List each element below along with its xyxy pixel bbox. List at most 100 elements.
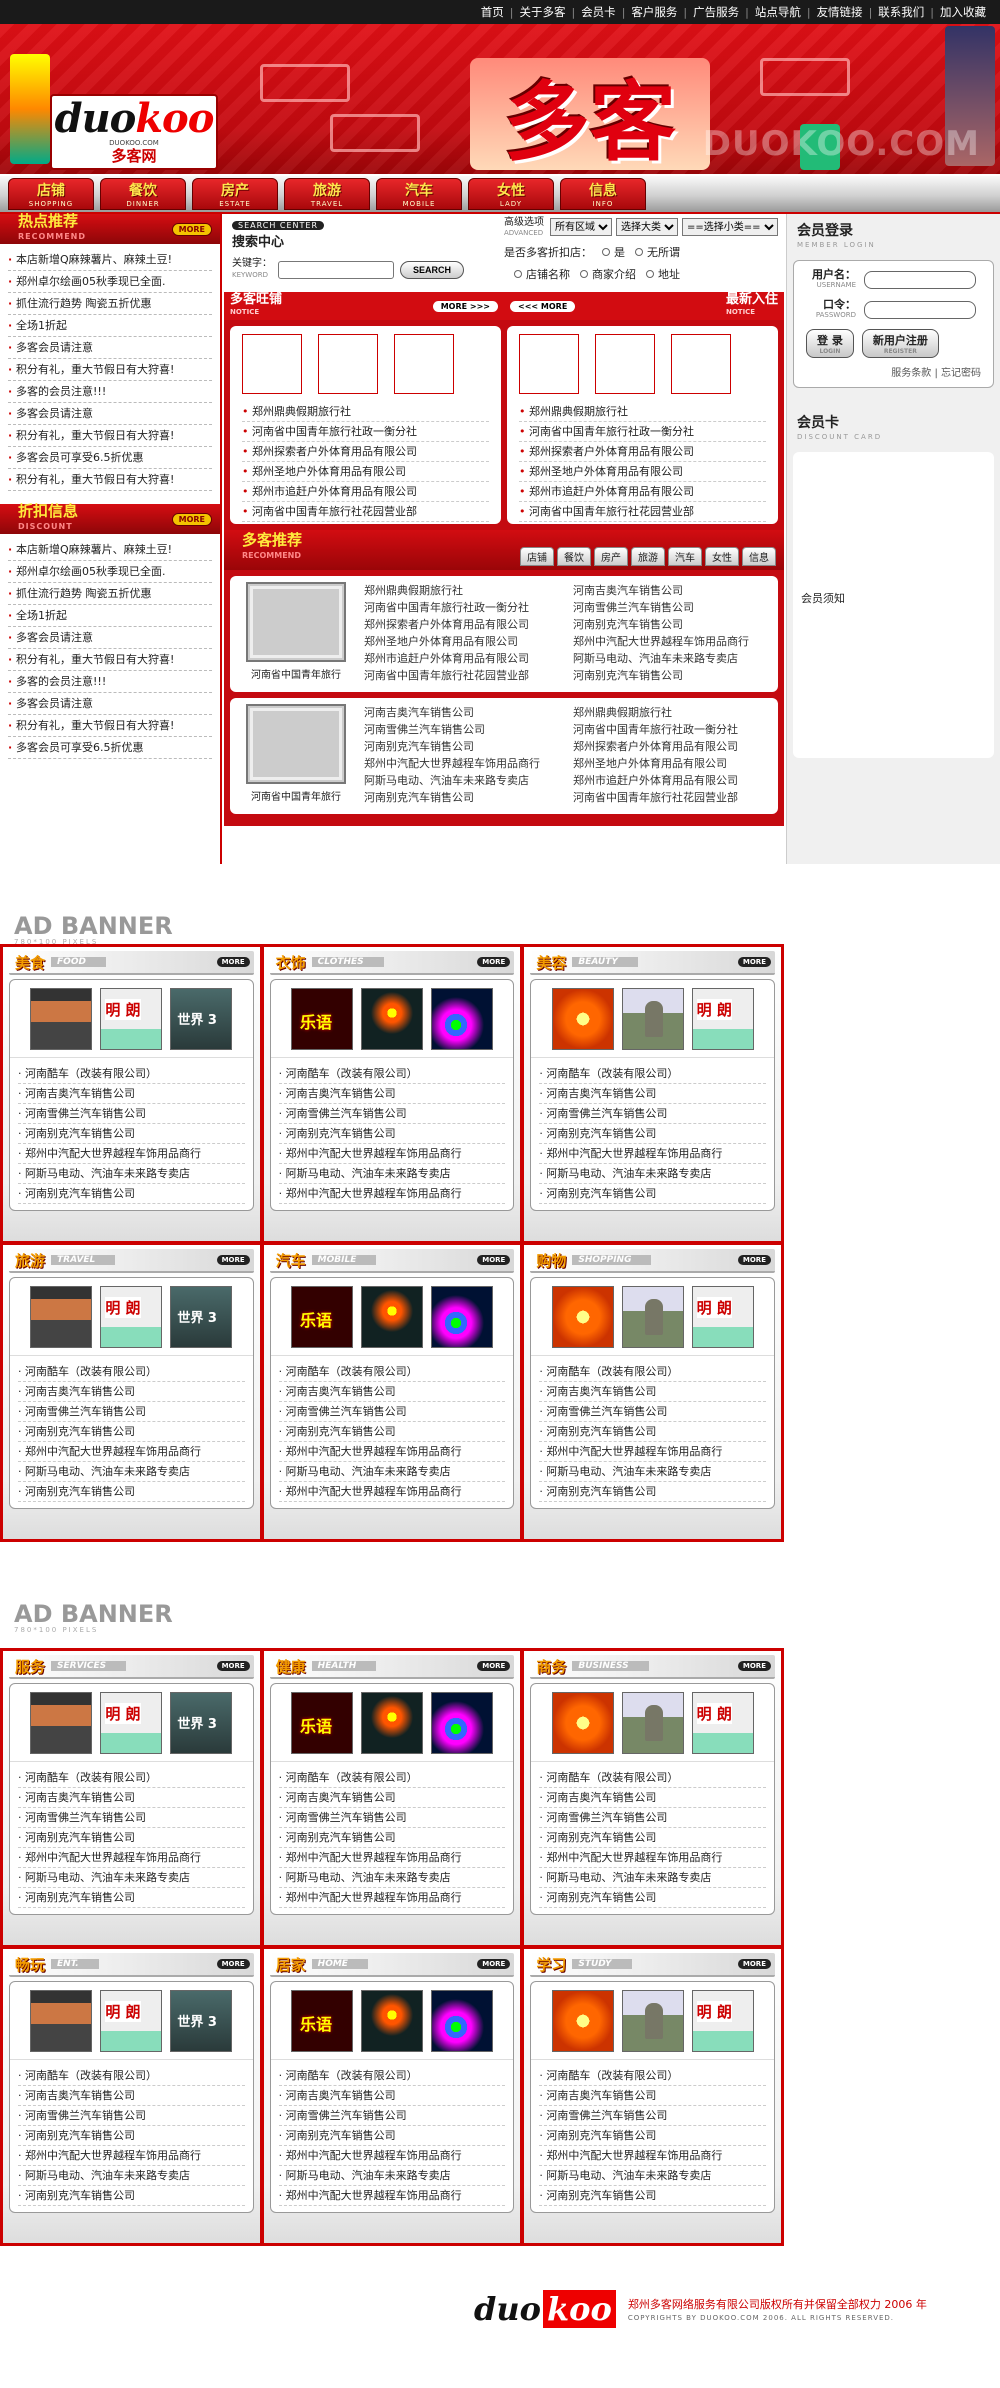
list-item[interactable]: 河南酷车（改装有限公司） bbox=[539, 1064, 766, 1084]
shop-photo[interactable] bbox=[621, 1285, 684, 1348]
category-select[interactable]: 选择大类 bbox=[616, 218, 678, 236]
shop-photo[interactable] bbox=[290, 987, 353, 1050]
list-item[interactable]: 郑州中汽配大世界越程车饰用品商行 bbox=[364, 755, 563, 772]
list-item[interactable]: 阿斯马电动、汽油车未来路专卖店 bbox=[18, 1164, 245, 1184]
list-item[interactable]: 阿斯马电动、汽油车未来路专卖店 bbox=[278, 1868, 506, 1888]
list-item[interactable]: 河南酷车（改装有限公司） bbox=[539, 1362, 766, 1382]
list-item[interactable]: 河南省中国青年旅行社政一衡分社 bbox=[242, 422, 489, 442]
list-item[interactable]: 郑州探索者户外体育用品有限公司 bbox=[573, 738, 772, 755]
list-item[interactable]: 河南别克汽车销售公司 bbox=[364, 789, 563, 806]
list-item[interactable]: 河南别克汽车销售公司 bbox=[539, 1828, 766, 1848]
list-item[interactable]: 郑州鼎典假期旅行社 bbox=[364, 582, 563, 599]
shop-photo[interactable] bbox=[170, 987, 233, 1050]
category-more-button[interactable]: MORE bbox=[477, 1255, 511, 1265]
shop-photo[interactable] bbox=[170, 1989, 233, 2052]
username-input[interactable] bbox=[864, 271, 976, 289]
radio-intro[interactable] bbox=[580, 270, 588, 278]
list-item[interactable]: 河南省中国青年旅行社花园营业部 bbox=[519, 502, 766, 522]
list-item[interactable]: 河南别克汽车销售公司 bbox=[539, 1124, 766, 1144]
list-item[interactable]: 郑州圣地户外体育用品有限公司 bbox=[519, 462, 766, 482]
list-item[interactable]: 河南雪佛兰汽车销售公司 bbox=[573, 599, 772, 616]
list-item[interactable]: 阿斯马电动、汽油车未来路专卖店 bbox=[18, 2166, 245, 2186]
radio-shop-name[interactable] bbox=[514, 270, 522, 278]
list-item[interactable]: 河南别克汽车销售公司 bbox=[539, 1888, 766, 1908]
list-item[interactable]: 抓住流行趋势 陶瓷五折优惠 bbox=[8, 293, 212, 315]
list-item[interactable]: 郑州鼎典假期旅行社 bbox=[573, 704, 772, 721]
list-item[interactable]: 河南酷车（改装有限公司） bbox=[278, 1362, 506, 1382]
list-item[interactable]: 郑州中汽配大世界越程车饰用品商行 bbox=[278, 1442, 506, 1462]
forgot-link[interactable]: 忘记密码 bbox=[941, 368, 981, 379]
shop-photo[interactable] bbox=[290, 1285, 353, 1348]
list-item[interactable]: 郑州中汽配大世界越程车饰用品商行 bbox=[278, 1482, 506, 1502]
recommend-tab[interactable]: 餐饮 bbox=[557, 547, 591, 566]
list-item[interactable]: 河南雪佛兰汽车销售公司 bbox=[539, 1104, 766, 1124]
shop-photo[interactable] bbox=[100, 1691, 163, 1754]
shop-photo[interactable] bbox=[170, 1285, 233, 1348]
area-select[interactable]: 所有区域 bbox=[550, 218, 612, 236]
list-item[interactable]: 阿斯马电动、汽油车未来路专卖店 bbox=[573, 650, 772, 667]
list-item[interactable]: 河南雪佛兰汽车销售公司 bbox=[539, 1808, 766, 1828]
shop-photo[interactable] bbox=[430, 987, 493, 1050]
top-link[interactable]: 关于多客 bbox=[513, 4, 571, 20]
list-item[interactable]: 郑州中汽配大世界越程车饰用品商行 bbox=[18, 1144, 245, 1164]
list-item[interactable]: 阿斯马电动、汽油车未来路专卖店 bbox=[18, 1462, 245, 1482]
list-item[interactable]: 郑州圣地户外体育用品有限公司 bbox=[242, 462, 489, 482]
list-item[interactable]: 河南别克汽车销售公司 bbox=[278, 1124, 506, 1144]
list-item[interactable]: 郑州中汽配大世界越程车饰用品商行 bbox=[573, 633, 772, 650]
shop-photo[interactable] bbox=[360, 1285, 423, 1348]
shop-image[interactable] bbox=[519, 334, 579, 394]
list-item[interactable]: 郑州圣地户外体育用品有限公司 bbox=[364, 633, 563, 650]
list-item[interactable]: 河南酷车（改装有限公司） bbox=[278, 1768, 506, 1788]
list-item[interactable]: 郑州中汽配大世界越程车饰用品商行 bbox=[18, 1442, 245, 1462]
list-item[interactable]: 郑州中汽配大世界越程车饰用品商行 bbox=[278, 2186, 506, 2206]
list-item[interactable]: 河南别克汽车销售公司 bbox=[18, 1184, 245, 1204]
list-item[interactable]: 河南酷车（改装有限公司） bbox=[539, 2066, 766, 2086]
nav-tab[interactable]: 店铺 SHOPPING bbox=[8, 178, 94, 210]
list-item[interactable]: 河南吉奥汽车销售公司 bbox=[539, 1382, 766, 1402]
shop-photo[interactable] bbox=[621, 1691, 684, 1754]
list-item[interactable]: 河南别克汽车销售公司 bbox=[278, 1828, 506, 1848]
shop-photo[interactable] bbox=[551, 1691, 614, 1754]
list-item[interactable]: 河南酷车（改装有限公司） bbox=[18, 1362, 245, 1382]
list-item[interactable]: 河南雪佛兰汽车销售公司 bbox=[278, 1808, 506, 1828]
radio-address[interactable] bbox=[646, 270, 654, 278]
category-more-button[interactable]: MORE bbox=[477, 957, 511, 967]
shop-photo[interactable] bbox=[170, 1691, 233, 1754]
list-item[interactable]: 多客会员请注意 bbox=[8, 693, 212, 715]
category-more-button[interactable]: MORE bbox=[216, 1661, 250, 1671]
nav-tab[interactable]: 女性 LADY bbox=[468, 178, 554, 210]
list-item[interactable]: 河南吉奥汽车销售公司 bbox=[18, 1084, 245, 1104]
nav-tab[interactable]: 房产 ESTATE bbox=[192, 178, 278, 210]
keyword-input[interactable] bbox=[278, 260, 394, 279]
hot-more-button[interactable]: MORE bbox=[171, 222, 212, 236]
shop-image[interactable] bbox=[318, 334, 378, 394]
category-more-button[interactable]: MORE bbox=[216, 957, 250, 967]
list-item[interactable]: 河南省中国青年旅行社政一衡分社 bbox=[519, 422, 766, 442]
shop-photo[interactable] bbox=[551, 987, 614, 1050]
terms-link[interactable]: 服务条款 bbox=[891, 368, 931, 379]
list-item[interactable]: 河南别克汽车销售公司 bbox=[539, 1482, 766, 1502]
list-item[interactable]: 抓住流行趋势 陶瓷五折优惠 bbox=[8, 583, 212, 605]
list-item[interactable]: 多客会员请注意 bbox=[8, 403, 212, 425]
category-more-button[interactable]: MORE bbox=[216, 1255, 250, 1265]
list-item[interactable]: 阿斯马电动、汽油车未来路专卖店 bbox=[278, 1164, 506, 1184]
shop-image[interactable] bbox=[394, 334, 454, 394]
shop-photo[interactable] bbox=[100, 987, 163, 1050]
list-item[interactable]: 积分有礼，重大节假日有大狩喜! bbox=[8, 715, 212, 737]
list-item[interactable]: 河南吉奥汽车销售公司 bbox=[278, 1084, 506, 1104]
shop-photo[interactable] bbox=[430, 1285, 493, 1348]
shop-image[interactable] bbox=[242, 334, 302, 394]
list-item[interactable]: 河南吉奥汽车销售公司 bbox=[539, 1788, 766, 1808]
list-item[interactable]: 阿斯马电动、汽油车未来路专卖店 bbox=[539, 1868, 766, 1888]
list-item[interactable]: 本店新增Q麻辣薯片、麻辣土豆! bbox=[8, 249, 212, 271]
shop-image[interactable] bbox=[595, 334, 655, 394]
shop-photo[interactable] bbox=[430, 1691, 493, 1754]
subcategory-select[interactable]: ==选择小类== bbox=[682, 218, 778, 236]
category-more-button[interactable]: MORE bbox=[737, 1959, 771, 1969]
top-link[interactable]: 广告服务 bbox=[687, 4, 745, 20]
list-item[interactable]: 郑州鼎典假期旅行社 bbox=[519, 402, 766, 422]
list-item[interactable]: 郑州中汽配大世界越程车饰用品商行 bbox=[539, 1144, 766, 1164]
list-item[interactable]: 全场1折起 bbox=[8, 315, 212, 337]
list-item[interactable]: 郑州中汽配大世界越程车饰用品商行 bbox=[278, 1888, 506, 1908]
list-item[interactable]: 河南雪佛兰汽车销售公司 bbox=[278, 2106, 506, 2126]
